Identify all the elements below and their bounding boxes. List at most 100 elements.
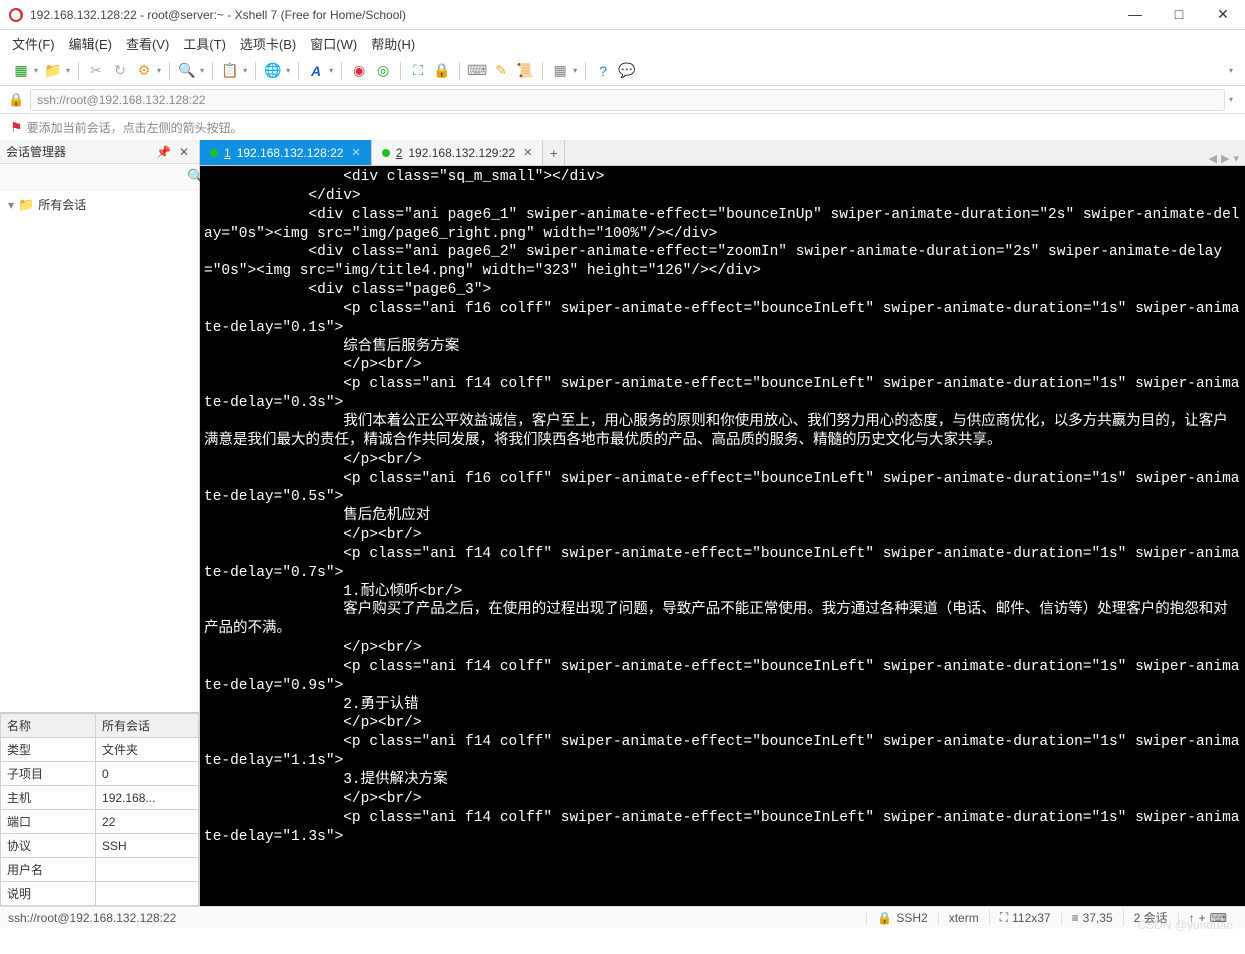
help-icon[interactable]: ?	[594, 62, 612, 80]
layout-icon[interactable]: ▦	[551, 62, 569, 80]
menubar: 文件(F) 编辑(E) 查看(V) 工具(T) 选项卡(B) 窗口(W) 帮助(H)	[0, 30, 1245, 56]
dropdown-icon[interactable]: ▾	[66, 66, 70, 75]
menu-item[interactable]: 编辑(E)	[69, 34, 112, 53]
prop-value: SSH	[96, 834, 199, 858]
main-area: 会话管理器 📌 ✕ 🔍 ▾ 📁 所有会话 名称所有会话 类型文件夹子项目0主机1…	[0, 140, 1245, 906]
lock-icon[interactable]: 🔒	[433, 62, 451, 80]
session-tab[interactable]: 2 192.168.132.129:22 ✕	[372, 140, 544, 165]
status-left: ssh://root@192.168.132.128:22	[8, 911, 866, 925]
sidebar-title: 会话管理器	[6, 143, 66, 160]
address-input[interactable]	[30, 89, 1225, 111]
add-tab-button[interactable]: +	[543, 140, 565, 165]
pin-icon[interactable]: 📌	[152, 145, 175, 159]
sidebar: 会话管理器 📌 ✕ 🔍 ▾ 📁 所有会话 名称所有会话 类型文件夹子项目0主机1…	[0, 140, 200, 906]
terminal[interactable]: <div class="sq_m_small"></div> </div> <d…	[200, 166, 1245, 906]
menu-item[interactable]: 文件(F)	[12, 34, 55, 53]
prop-row: 主机192.168...	[1, 786, 199, 810]
prop-key: 用户名	[1, 858, 96, 882]
prop-row: 说明	[1, 882, 199, 906]
tab-label: 192.168.132.128:22	[237, 146, 344, 160]
status-dot-icon	[382, 149, 390, 157]
dropdown-icon[interactable]: ▾	[200, 66, 204, 75]
copy-icon[interactable]: 📋	[221, 62, 239, 80]
reconnect-icon[interactable]: ↻	[111, 62, 129, 80]
properties-panel: 名称所有会话 类型文件夹子项目0主机192.168...端口22协议SSH用户名…	[0, 712, 199, 906]
content-area: 1192.168.132.128:22✕2192.168.132.129:22✕…	[200, 140, 1245, 906]
prop-value	[96, 858, 199, 882]
address-drop-icon[interactable]: ▾	[1229, 95, 1233, 104]
session-tree[interactable]: ▾ 📁 所有会话	[0, 190, 199, 712]
new-session-icon[interactable]: ▦	[12, 62, 30, 80]
prop-value: 22	[96, 810, 199, 834]
properties-icon[interactable]: ⚙	[135, 62, 153, 80]
close-tab-icon[interactable]: ✕	[523, 146, 532, 159]
size-icon: ⛶	[1000, 910, 1008, 925]
menu-item[interactable]: 选项卡(B)	[240, 34, 296, 53]
sidebar-title-bar: 会话管理器 📌 ✕	[0, 140, 199, 164]
prop-header-value[interactable]: 所有会话	[96, 714, 199, 738]
session-tab[interactable]: 1192.168.132.128:22✕	[200, 140, 372, 165]
open-icon[interactable]: 📁	[44, 62, 62, 80]
dropdown-icon[interactable]: ▾	[157, 66, 161, 75]
status-size: ⛶ 112x37	[989, 910, 1061, 925]
menu-item[interactable]: 帮助(H)	[371, 34, 415, 53]
sidebar-close-icon[interactable]: ✕	[175, 145, 193, 159]
toolbar-drop-icon[interactable]: ▾	[1229, 66, 1233, 75]
separator	[212, 62, 213, 80]
scroll-icon[interactable]: 📜	[516, 62, 534, 80]
statusbar: ssh://root@192.168.132.128:22 🔒SSH2 xter…	[0, 906, 1245, 928]
hint-bar: ⚑ 要添加当前会话，点击左侧的箭头按钮。	[0, 114, 1245, 140]
separator	[585, 62, 586, 80]
tab-menu-icon[interactable]: ▾	[1233, 152, 1239, 165]
separator	[298, 62, 299, 80]
prop-row: 端口22	[1, 810, 199, 834]
search-icon[interactable]: 🔍	[178, 62, 196, 80]
close-tab-icon[interactable]: ✕	[351, 146, 360, 159]
minimize-button[interactable]: —	[1121, 6, 1149, 23]
globe-icon[interactable]: 🌐	[264, 62, 282, 80]
tab-next-icon[interactable]: ▶	[1221, 152, 1229, 165]
menu-item[interactable]: 工具(T)	[183, 34, 226, 53]
keyboard-icon[interactable]: ⌨	[468, 62, 486, 80]
prop-key: 子项目	[1, 762, 96, 786]
tree-root-label: 所有会话	[38, 196, 86, 213]
prop-header-name[interactable]: 名称	[1, 714, 96, 738]
dropdown-icon[interactable]: ▾	[286, 66, 290, 75]
sidebar-search: 🔍	[0, 164, 199, 190]
tab-bar: 1192.168.132.128:22✕2192.168.132.129:22✕…	[200, 140, 1245, 166]
separator	[341, 62, 342, 80]
chat-icon[interactable]: 💬	[618, 62, 636, 80]
tree-root-item[interactable]: ▾ 📁 所有会话	[4, 194, 195, 215]
prop-row: 子项目0	[1, 762, 199, 786]
app-icon	[8, 7, 24, 23]
xshell-icon[interactable]: ◉	[350, 62, 368, 80]
highlight-icon[interactable]: ✎	[492, 62, 510, 80]
cut-icon[interactable]: ✂	[87, 62, 105, 80]
separator	[459, 62, 460, 80]
dropdown-icon[interactable]: ▾	[243, 66, 247, 75]
prop-key: 协议	[1, 834, 96, 858]
tab-number: 2	[396, 146, 403, 160]
separator	[400, 62, 401, 80]
cursor-icon: ≡	[1072, 911, 1079, 925]
maximize-button[interactable]: □	[1165, 6, 1193, 23]
menu-item[interactable]: 查看(V)	[126, 34, 169, 53]
status-proto: 🔒SSH2	[866, 911, 937, 925]
hint-text: 要添加当前会话，点击左侧的箭头按钮。	[27, 119, 243, 136]
collapse-icon[interactable]: ▾	[8, 198, 14, 212]
menu-item[interactable]: 窗口(W)	[310, 34, 357, 53]
dropdown-icon[interactable]: ▾	[329, 66, 333, 75]
sidebar-search-input[interactable]	[2, 167, 187, 186]
dropdown-icon[interactable]: ▾	[573, 66, 577, 75]
fullscreen-icon[interactable]: ⛶	[409, 62, 427, 80]
dropdown-icon[interactable]: ▾	[34, 66, 38, 75]
close-button[interactable]: ✕	[1209, 6, 1237, 23]
tab-label: 192.168.132.129:22	[408, 146, 515, 160]
separator	[78, 62, 79, 80]
font-icon[interactable]: A	[307, 62, 325, 80]
prop-value: 192.168...	[96, 786, 199, 810]
tab-prev-icon[interactable]: ◀	[1209, 152, 1217, 165]
separator	[542, 62, 543, 80]
separator	[255, 62, 256, 80]
xftp-icon[interactable]: ◎	[374, 62, 392, 80]
